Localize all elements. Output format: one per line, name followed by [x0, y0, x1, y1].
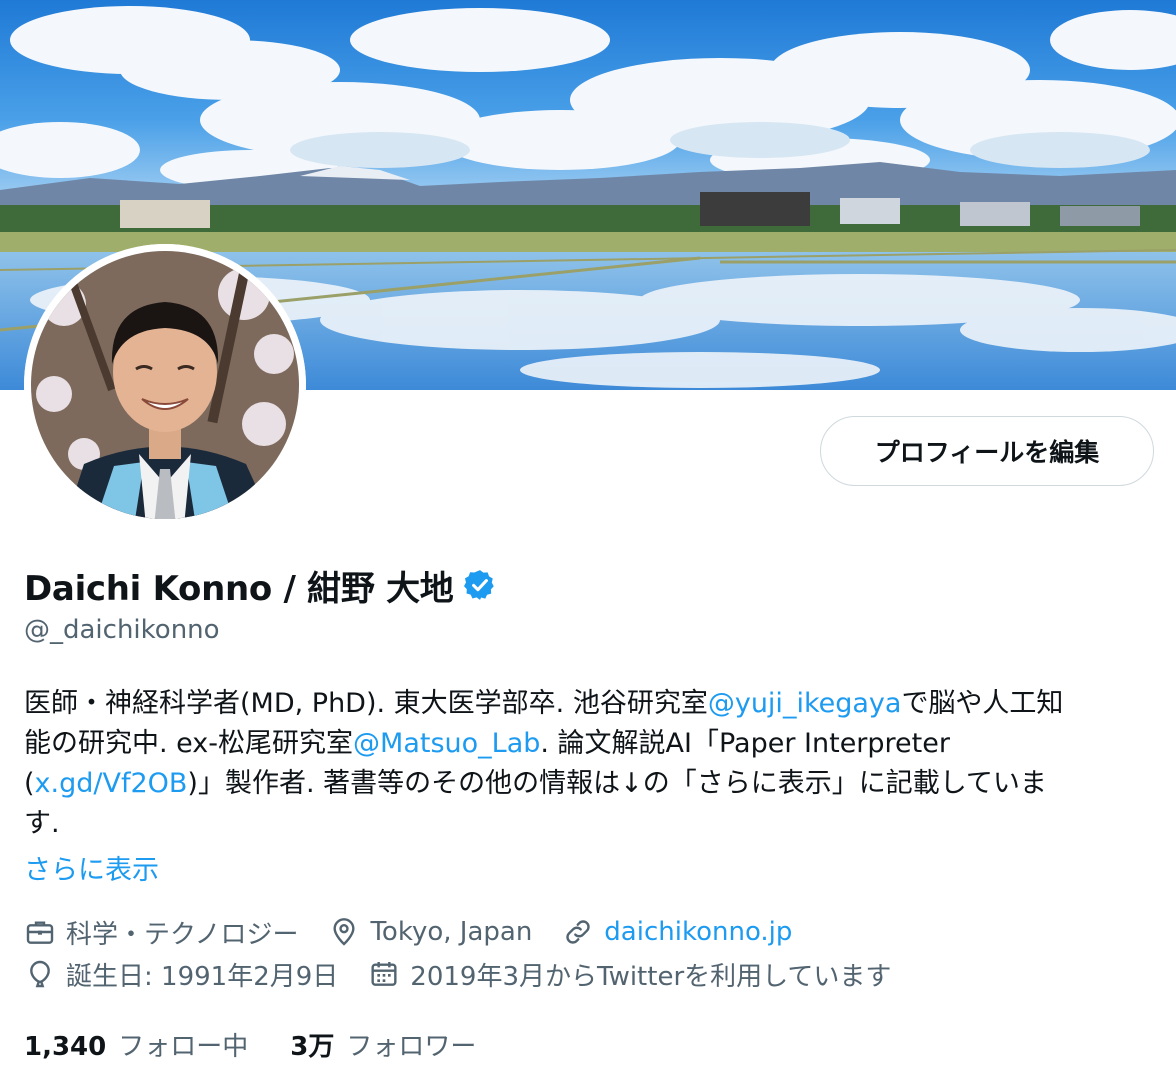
url-link[interactable]: x.gd/Vf2OB — [35, 768, 188, 799]
follow-counts: 1,340 フォロー中 3万 フォロワー — [24, 1024, 518, 1064]
profile-meta-row: 誕生日: 1991年2月9日 2019年3月からTwitterを利用しています — [24, 954, 921, 994]
following-link[interactable]: 1,340 フォロー中 — [24, 1026, 248, 1063]
bio-text: )」製作者. 著書等のその他の情報は↓の「さらに表示」に記載していま — [187, 768, 1047, 799]
bio-text: す. — [24, 808, 60, 839]
profile-avatar[interactable] — [24, 244, 306, 526]
balloon-icon — [30, 960, 50, 988]
profile-handle: @_daichikonno — [24, 615, 220, 645]
bio-line: (x.gd/Vf2OB)」製作者. 著書等のその他の情報は↓の「さらに表示」に記… — [24, 764, 1152, 804]
category-item: 科学・テクノロジー — [24, 914, 298, 951]
bio-text: 能の研究中. ex-松尾研究室 — [24, 728, 354, 759]
bio-line: 医師・神経科学者(MD, PhD). 東大医学部卒. 池谷研究室@yuji_ik… — [24, 684, 1152, 724]
followers-label: フォロワー — [346, 1031, 477, 1062]
profile-display-name: Daichi Konno / 紺野 大地 — [24, 568, 454, 609]
followers-link[interactable]: 3万 フォロワー — [290, 1026, 476, 1063]
mention-link[interactable]: @yuji_ikegaya — [708, 688, 902, 719]
location-label: Tokyo, Japan — [370, 917, 533, 947]
birthday-label: 誕生日: 1991年2月9日 — [66, 961, 339, 992]
calendar-icon — [371, 962, 397, 986]
birthday-item: 誕生日: 1991年2月9日 — [24, 956, 338, 993]
link-icon — [566, 920, 590, 944]
bio-text: で脳や人工知 — [901, 688, 1064, 719]
profile-meta-row: 科学・テクノロジー Tokyo, Japan daichikonno.jp — [24, 912, 822, 952]
bio-line: す. — [24, 804, 1152, 844]
bio-line: 能の研究中. ex-松尾研究室@Matsuo_Lab. 論文解説AI「Paper… — [24, 724, 1152, 764]
joined-item: 2019年3月からTwitterを利用しています — [368, 956, 891, 993]
verified-badge-icon — [463, 568, 497, 602]
following-label: フォロー中 — [118, 1031, 249, 1062]
mention-link[interactable]: @Matsuo_Lab — [353, 728, 540, 759]
location-pin-icon — [333, 918, 355, 946]
briefcase-icon — [26, 921, 54, 944]
bio-text: 医師・神経科学者(MD, PhD). 東大医学部卒. 池谷研究室 — [24, 688, 708, 719]
bio-text: . 論文解説AI「Paper Interpreter — [540, 728, 950, 759]
website-item[interactable]: daichikonno.jp — [562, 916, 792, 948]
bio-text: ( — [24, 768, 35, 799]
profile-bio: 医師・神経科学者(MD, PhD). 東大医学部卒. 池谷研究室@yuji_ik… — [24, 684, 1152, 844]
location-item: Tokyo, Japan — [328, 916, 532, 948]
followers-count: 3万 — [290, 1031, 335, 1062]
edit-profile-button[interactable]: プロフィールを編集 — [820, 416, 1154, 486]
profile-name-row: Daichi Konno / 紺野 大地 — [24, 562, 497, 609]
category-label: 科学・テクノロジー — [66, 919, 299, 950]
joined-label: 2019年3月からTwitterを利用しています — [410, 961, 892, 992]
following-count: 1,340 — [24, 1031, 107, 1062]
show-more-link[interactable]: さらに表示 — [24, 848, 159, 887]
website-link[interactable]: daichikonno.jp — [604, 917, 792, 947]
